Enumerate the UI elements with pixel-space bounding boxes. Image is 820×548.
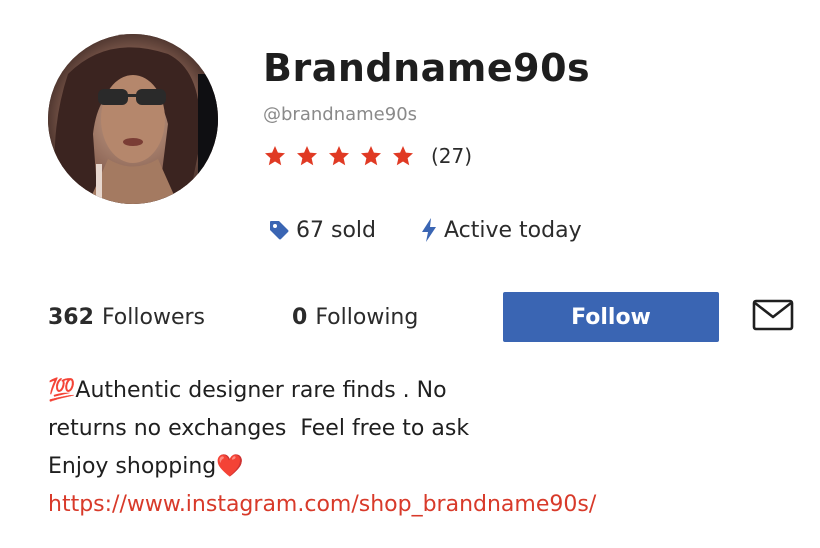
sold-label: 67 sold — [296, 217, 376, 243]
activity-label: Active today — [444, 217, 582, 243]
following-label: Following — [315, 304, 419, 330]
following-number: 0 — [292, 304, 308, 330]
following-count[interactable]: 0 Following — [292, 292, 418, 342]
followers-label: Followers — [101, 304, 205, 330]
star-icon — [263, 144, 287, 168]
avatar-photo — [48, 34, 218, 204]
bio-text-1: Authentic designer rare finds . No — [75, 378, 447, 403]
followers-number: 362 — [48, 304, 94, 330]
seller-stats: 67 sold Active today — [268, 214, 582, 246]
bio-line-3: Enjoy shopping❤️ — [48, 448, 788, 486]
star-icon — [359, 144, 383, 168]
avatar[interactable] — [48, 34, 218, 204]
star-icon — [295, 144, 319, 168]
instagram-link[interactable]: https://www.instagram.com/shop_brandname… — [48, 486, 596, 524]
hundred-points-emoji: 💯 — [48, 378, 76, 403]
bio-line-1: 💯Authentic designer rare finds . No — [48, 372, 788, 410]
display-name: Brandname90s — [263, 46, 591, 90]
bio-line-2: returns no exchanges Feel free to ask — [48, 416, 470, 441]
bio: 💯Authentic designer rare finds . No retu… — [48, 372, 788, 524]
mail-icon — [752, 299, 794, 335]
follow-button[interactable]: Follow — [503, 292, 719, 342]
lightning-icon — [420, 217, 438, 243]
sold-stat: 67 sold — [268, 218, 376, 243]
follow-row: 362 Followers 0 Following Follow — [48, 292, 798, 342]
message-button[interactable] — [751, 298, 795, 336]
bio-text-3: Enjoy shopping — [48, 454, 217, 479]
heart-emoji: ❤️ — [216, 454, 244, 479]
review-count: (27) — [431, 144, 473, 168]
rating[interactable]: (27) — [263, 142, 472, 170]
star-icon — [391, 144, 415, 168]
followers-count[interactable]: 362 Followers — [48, 292, 205, 342]
tag-icon — [268, 219, 290, 241]
activity-stat: Active today — [420, 217, 582, 243]
user-handle: @brandname90s — [263, 104, 418, 125]
star-icon — [327, 144, 351, 168]
